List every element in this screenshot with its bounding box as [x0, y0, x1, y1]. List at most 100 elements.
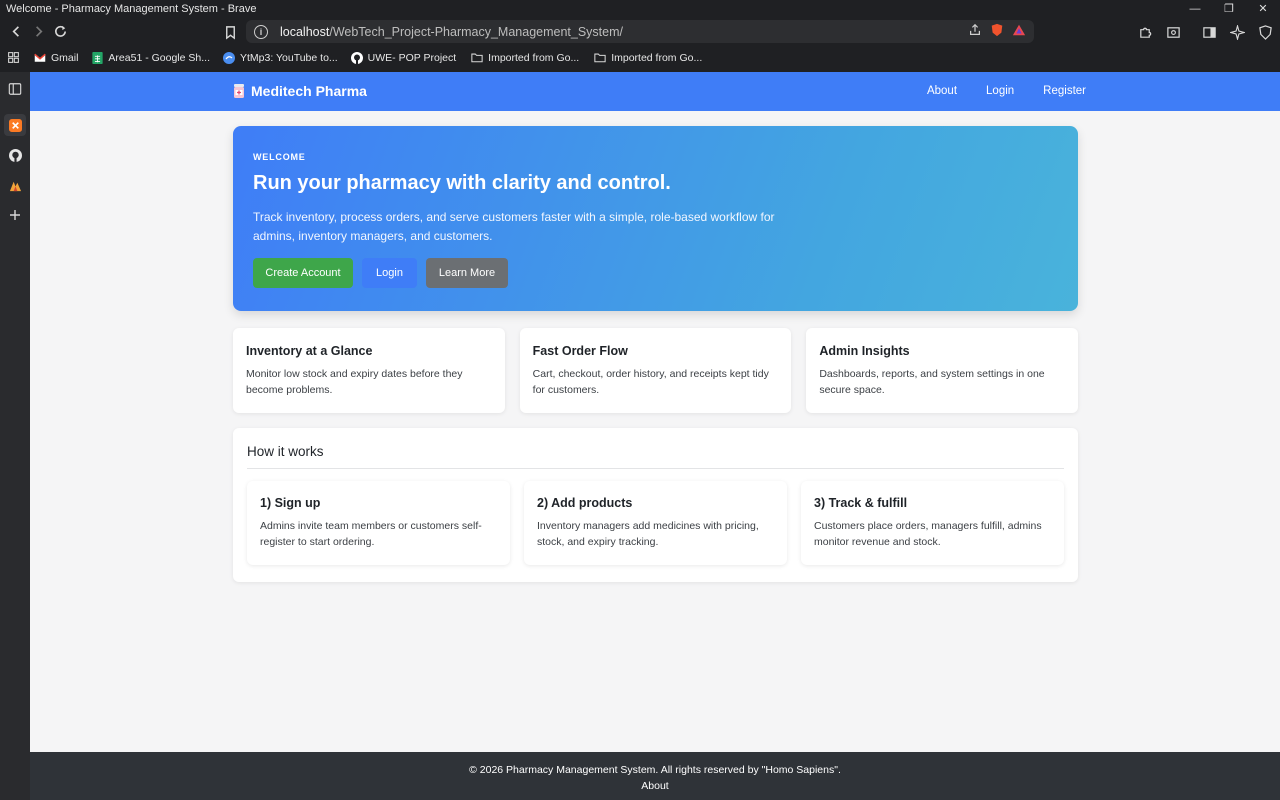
share-icon[interactable] — [968, 23, 982, 37]
sidebar-item-app[interactable] — [4, 174, 26, 196]
pharmacy-logo-icon — [234, 84, 244, 98]
github-icon — [350, 51, 363, 64]
sidebar-panel-icon — [8, 83, 22, 95]
ytmp3-icon — [222, 51, 235, 64]
url-path: /WebTech_Project-Pharmacy_Management_Sys… — [329, 24, 623, 39]
hero-eyebrow: WELCOME — [253, 152, 306, 162]
bookmark-ytmp3[interactable]: YtMp3: YouTube to... — [222, 51, 338, 64]
feature-title: Fast Order Flow — [532, 344, 628, 358]
step-title: 3) Track & fulfill — [814, 496, 908, 510]
footer-copyright: © 2026 Pharmacy Management System. All r… — [469, 764, 841, 776]
feature-text: Cart, checkout, order history, and recei… — [532, 368, 769, 396]
site-brand[interactable]: Meditech Pharma — [233, 83, 367, 99]
sparkle-icon — [1229, 24, 1245, 40]
back-button[interactable] — [5, 21, 27, 43]
bookmark-label: YtMp3: YouTube to... — [239, 51, 338, 64]
brave-rewards-icon[interactable] — [1012, 23, 1026, 37]
plus-icon — [10, 210, 20, 220]
feature-cards: Inventory at a Glance Monitor low stock … — [233, 328, 1079, 413]
site-info-icon[interactable]: i — [254, 24, 268, 39]
hero-banner: WELCOME Run your pharmacy with clarity a… — [233, 126, 1078, 311]
gmail-icon — [34, 52, 46, 64]
back-arrow-icon — [11, 26, 19, 37]
reload-button[interactable] — [49, 21, 71, 43]
learn-more-button[interactable]: Learn More — [426, 258, 508, 288]
sidebar-panel-icon — [1202, 26, 1216, 38]
step-text: Inventory managers add medicines with pr… — [537, 520, 759, 548]
window-title: Welcome - Pharmacy Management System - B… — [6, 2, 257, 15]
bookmark-icon — [225, 25, 235, 40]
step-text: Admins invite team members or customers … — [260, 520, 482, 548]
bookmark-area51[interactable]: Area51 - Google Sh... — [91, 51, 210, 64]
sidebar-item-xampp[interactable] — [4, 114, 26, 136]
bookmark-page-button[interactable] — [219, 21, 241, 43]
section-title: How it works — [247, 444, 1064, 469]
create-account-button[interactable]: Create Account — [253, 258, 353, 288]
bookmark-label: UWE- POP Project — [367, 51, 457, 64]
forward-arrow-icon — [35, 26, 43, 37]
bookmarks-bar: Gmail Area51 - Google Sh... YtMp3: YouTu… — [0, 46, 1280, 69]
bookmark-gmail[interactable]: Gmail — [34, 52, 78, 64]
nav-link-about[interactable]: About — [927, 85, 957, 97]
puzzle-icon — [1139, 27, 1151, 38]
restore-button[interactable]: ❐ — [1212, 0, 1246, 17]
nav-link-login[interactable]: Login — [986, 85, 1014, 97]
hero-description: Track inventory, process orders, and ser… — [253, 210, 775, 243]
github-icon — [8, 148, 22, 162]
sheets-icon — [91, 51, 103, 64]
reload-icon — [54, 25, 66, 37]
apps-grid-icon — [8, 52, 19, 63]
bookmark-label: Imported from Go... — [488, 51, 580, 64]
step-text: Customers place orders, managers fulfill… — [814, 520, 1042, 548]
window-controls: — ❐ ✕ — [1178, 0, 1280, 17]
sidebar-item-github[interactable] — [4, 144, 26, 166]
nav-links: About Login Register — [927, 85, 1086, 97]
sidebar-toggle-button[interactable] — [1198, 21, 1220, 43]
address-bar[interactable]: i localhost/WebTech_Project-Pharmacy_Man… — [246, 20, 1034, 43]
footer-link-about[interactable]: About — [30, 778, 1280, 794]
bookmark-folder-2[interactable]: Imported from Go... — [594, 52, 702, 64]
step-title: 1) Sign up — [260, 496, 321, 510]
window-titlebar: Welcome - Pharmacy Management System - B… — [0, 0, 1280, 17]
feature-title: Admin Insights — [819, 344, 910, 358]
bookmark-folder-1[interactable]: Imported from Go... — [471, 52, 579, 64]
web-page: Meditech Pharma About Login Register WEL… — [30, 72, 1280, 800]
close-window-button[interactable]: ✕ — [1246, 0, 1280, 17]
step-title: 2) Add products — [537, 496, 633, 510]
sidebar-add-button[interactable] — [4, 204, 26, 226]
minimize-button[interactable]: — — [1178, 0, 1212, 17]
feature-card-inventory: Inventory at a Glance Monitor low stock … — [233, 328, 505, 413]
window-search-icon — [1166, 26, 1180, 38]
site-footer: © 2026 Pharmacy Management System. All r… — [30, 752, 1280, 800]
step-card-products: 2) Add products Inventory managers add m… — [524, 481, 787, 565]
feature-card-admin: Admin Insights Dashboards, reports, and … — [806, 328, 1079, 413]
hero-title: Run your pharmacy with clarity and contr… — [253, 172, 671, 194]
feature-title: Inventory at a Glance — [246, 344, 373, 358]
browser-toolbar: i localhost/WebTech_Project-Pharmacy_Man… — [0, 17, 1280, 46]
bookmark-uwe-pop[interactable]: UWE- POP Project — [350, 51, 457, 64]
folder-icon — [594, 52, 606, 64]
login-button[interactable]: Login — [362, 258, 417, 288]
vpn-button[interactable] — [1254, 21, 1276, 43]
toolbar-right-actions — [1134, 21, 1280, 43]
step-card-signup: 1) Sign up Admins invite team members or… — [247, 481, 510, 565]
bookmark-label: Imported from Go... — [611, 51, 703, 64]
extensions-button[interactable] — [1134, 21, 1156, 43]
xampp-icon — [8, 118, 22, 132]
brave-shields-icon[interactable] — [990, 23, 1004, 37]
leo-ai-button[interactable] — [1226, 21, 1248, 43]
feature-text: Monitor low stock and expiry dates befor… — [246, 368, 463, 396]
feature-text: Dashboards, reports, and system settings… — [819, 368, 1045, 396]
forward-button[interactable] — [27, 21, 49, 43]
app-logo-icon — [9, 181, 21, 191]
url-host: localhost — [280, 24, 330, 39]
step-card-fulfill: 3) Track & fulfill Customers place order… — [801, 481, 1064, 565]
nav-link-register[interactable]: Register — [1043, 85, 1086, 97]
site-navbar: Meditech Pharma About Login Register — [30, 72, 1280, 111]
address-bar-actions — [968, 23, 1026, 37]
how-it-works-section: How it works 1) Sign up Admins invite te… — [233, 428, 1078, 582]
sidebar-panel-button[interactable] — [4, 78, 26, 100]
page-search-button[interactable] — [1162, 21, 1184, 43]
apps-shortcut[interactable] — [7, 51, 20, 64]
brand-name: Meditech Pharma — [251, 83, 367, 99]
